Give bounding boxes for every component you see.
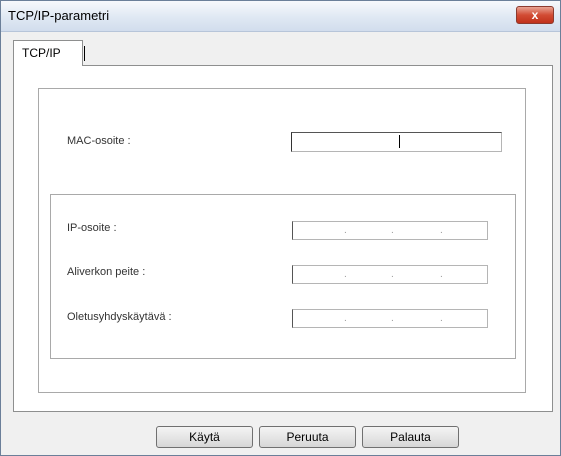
mac-address-label: MAC-osoite : (67, 135, 131, 147)
ip-dot: . (344, 313, 347, 324)
restore-button[interactable]: Palauta (362, 426, 459, 448)
close-icon: x (531, 8, 539, 22)
settings-group: MAC-osoite : IP-osoite : . . . Aliverkon… (38, 88, 526, 393)
ip-address-label: IP-osoite : (67, 222, 117, 234)
ip-dot: . (440, 313, 443, 324)
subnet-mask-label: Aliverkon peite : (67, 266, 146, 278)
close-button[interactable]: x (516, 6, 554, 24)
text-caret (399, 135, 400, 148)
ip-dot: . (344, 269, 347, 280)
default-gateway-input[interactable]: . . . (292, 309, 488, 328)
tab-separator (84, 46, 85, 61)
window-title: TCP/IP-parametri (8, 8, 110, 23)
tab-panel: MAC-osoite : IP-osoite : . . . Aliverkon… (13, 65, 553, 412)
ip-dot: . (391, 225, 394, 236)
ip-dot: . (344, 225, 347, 236)
tab-tcp-ip[interactable]: TCP/IP (13, 40, 85, 66)
cancel-button[interactable]: Peruuta (259, 426, 356, 448)
ip-dot: . (391, 313, 394, 324)
ip-dot: . (440, 269, 443, 280)
mac-address-input[interactable] (291, 132, 502, 152)
ip-settings-group: IP-osoite : . . . Aliverkon peite : . . … (50, 194, 516, 359)
default-gateway-label: Oletusyhdyskäytävä : (67, 311, 172, 323)
apply-button[interactable]: Käytä (156, 426, 253, 448)
title-bar[interactable]: TCP/IP-parametri x (1, 1, 560, 32)
ip-dot: . (391, 269, 394, 280)
tcp-ip-dialog: TCP/IP-parametri x TCP/IP MAC-osoite : I… (0, 0, 561, 456)
tab-tcp-ip-label: TCP/IP (22, 46, 61, 60)
ip-address-input[interactable]: . . . (292, 221, 488, 240)
subnet-mask-input[interactable]: . . . (292, 265, 488, 284)
ip-dot: . (440, 225, 443, 236)
